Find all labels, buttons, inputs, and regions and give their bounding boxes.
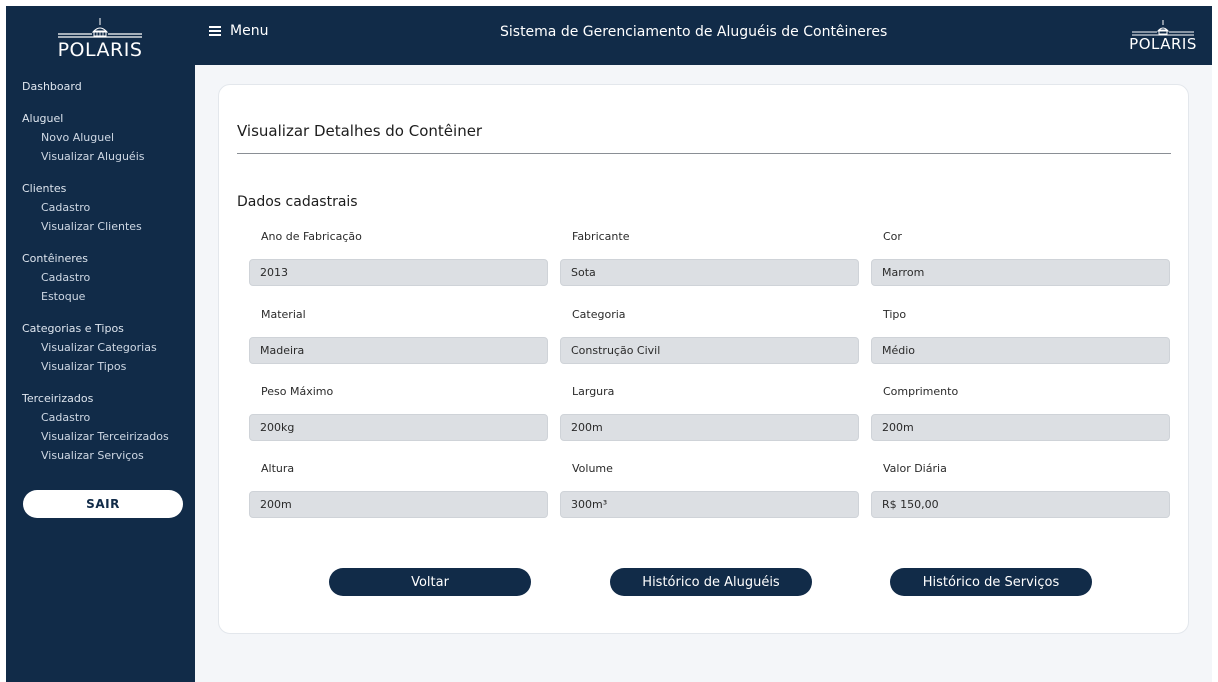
field-value-input[interactable]: R$ 150,00 [871, 491, 1170, 518]
nav-group: Aluguel Novo Aluguel Visualizar Aluguéis [22, 109, 169, 166]
form-field: Comprimento 200m [871, 384, 1170, 441]
nav-group: Contêineres Cadastro Estoque [22, 249, 169, 306]
field-label: Categoria [572, 308, 626, 321]
nav-item[interactable]: Visualizar Tipos [22, 357, 169, 376]
container-details-card: Visualizar Detalhes do Contêiner Dados c… [218, 84, 1189, 634]
form-field: Fabricante Sota [560, 229, 859, 286]
form-field: Cor Marrom [871, 229, 1170, 286]
polaris-logo-icon [1132, 20, 1194, 36]
field-value-input[interactable]: Sota [560, 259, 859, 286]
nav-item[interactable]: Cadastro [22, 268, 169, 287]
app-frame: POLARIS Dashboard Aluguel Novo Aluguel Visu… [6, 6, 1212, 682]
form-field: Largura 200m [560, 384, 859, 441]
logo-text: POLARIS [1129, 35, 1197, 53]
form-field: Peso Máximo 200kg [249, 384, 548, 441]
field-value-input[interactable]: 200kg [249, 414, 548, 441]
nav-item[interactable]: Novo Aluguel [22, 128, 169, 147]
nav-group: Dashboard [22, 77, 169, 96]
field-value-input[interactable]: Médio [871, 337, 1170, 364]
logout-button[interactable]: SAIR [23, 490, 183, 518]
nav-group: Clientes Cadastro Visualizar Clientes [22, 179, 169, 236]
nav-group-title[interactable]: Dashboard [22, 77, 169, 96]
sidebar-nav: Dashboard Aluguel Novo Aluguel Visualizar A… [22, 77, 169, 478]
nav-group-title[interactable]: Contêineres [22, 249, 169, 268]
title-divider [237, 153, 1171, 154]
rental-history-button[interactable]: Histórico de Aluguéis [610, 568, 812, 596]
form-field: Tipo Médio [871, 307, 1170, 364]
field-value-input[interactable]: 300m³ [560, 491, 859, 518]
field-label: Largura [572, 385, 615, 398]
nav-group-title[interactable]: Clientes [22, 179, 169, 198]
form-field: Volume 300m³ [560, 461, 859, 518]
polaris-logo-icon [58, 18, 142, 38]
nav-item[interactable]: Cadastro [22, 408, 169, 427]
menu-label: Menu [230, 23, 269, 39]
field-value-input[interactable]: 200m [871, 414, 1170, 441]
field-label: Peso Máximo [261, 385, 334, 398]
field-value-input[interactable]: 2013 [249, 259, 548, 286]
nav-group: Terceirizados Cadastro Visualizar Terceiri… [22, 389, 169, 465]
nav-item[interactable]: Visualizar Categorias [22, 338, 169, 357]
nav-item[interactable]: Visualizar Aluguéis [22, 147, 169, 166]
field-label: Valor Diária [883, 462, 947, 475]
field-label: Ano de Fabricação [261, 230, 362, 243]
field-value-input[interactable]: 200m [560, 414, 859, 441]
field-label: Tipo [883, 308, 907, 321]
nav-item[interactable]: Cadastro [22, 198, 169, 217]
field-label: Fabricante [572, 230, 630, 243]
nav-item[interactable]: Visualizar Clientes [22, 217, 169, 236]
top-bar: Menu Sistema de Gerenciamento de Aluguéi… [195, 6, 1212, 65]
page-title: Visualizar Detalhes do Contêiner [237, 122, 483, 140]
nav-item[interactable]: Visualizar Serviços [22, 446, 169, 465]
field-value-input[interactable]: 200m [249, 491, 548, 518]
menu-button[interactable]: Menu [209, 23, 268, 39]
nav-item[interactable]: Estoque [22, 287, 169, 306]
field-label: Volume [572, 462, 613, 475]
hamburger-icon [209, 26, 221, 36]
nav-item[interactable]: Visualizar Terceirizados [22, 427, 169, 446]
back-button[interactable]: Voltar [329, 568, 531, 596]
nav-group-title[interactable]: Terceirizados [22, 389, 169, 408]
field-label: Cor [883, 230, 902, 243]
field-value-input[interactable]: Marrom [871, 259, 1170, 286]
form-field: Ano de Fabricação 2013 [249, 229, 548, 286]
field-label: Comprimento [883, 385, 959, 398]
sidebar: POLARIS Dashboard Aluguel Novo Aluguel Visu… [6, 6, 195, 682]
section-title: Dados cadastrais [237, 194, 358, 210]
field-value-input[interactable]: Construção Civil [560, 337, 859, 364]
nav-group-title[interactable]: Aluguel [22, 109, 169, 128]
topbar-logo[interactable]: POLARIS [1129, 20, 1197, 52]
form-field: Material Madeira [249, 307, 548, 364]
form-field: Altura 200m [249, 461, 548, 518]
field-label: Altura [261, 462, 295, 475]
form-field: Valor Diária R$ 150,00 [871, 461, 1170, 518]
nav-group: Categorias e Tipos Visualizar Categorias V… [22, 319, 169, 376]
nav-group-title[interactable]: Categorias e Tipos [22, 319, 169, 338]
app-title: Sistema de Gerenciamento de Aluguéis de … [500, 24, 888, 40]
sidebar-logo[interactable]: POLARIS [54, 17, 146, 60]
field-label: Material [261, 308, 306, 321]
service-history-button[interactable]: Histórico de Serviços [890, 568, 1092, 596]
form-field: Categoria Construção Civil [560, 307, 859, 364]
field-value-input[interactable]: Madeira [249, 337, 548, 364]
logo-text: POLARIS [57, 39, 143, 61]
